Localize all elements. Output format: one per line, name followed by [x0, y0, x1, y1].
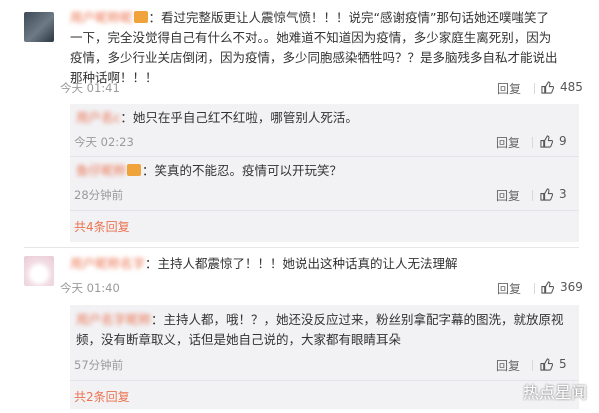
- avatar[interactable]: [24, 256, 54, 286]
- watermark: 热点星闻: [522, 383, 587, 402]
- thumbs-up-icon: [540, 135, 554, 148]
- like-button[interactable]: 3: [540, 187, 567, 201]
- like-count: 3: [559, 187, 567, 201]
- thumbs-up-icon: [541, 81, 555, 94]
- username[interactable]: 用户昵称昵: [70, 10, 133, 25]
- divider: [532, 137, 533, 148]
- divider: [534, 283, 535, 294]
- divider: [70, 210, 579, 211]
- reply-thread: 用户名c：她只在乎自己红不红啦，哪管别人死活。 今天 02:23 回复 9 鱼仔…: [70, 104, 579, 242]
- comment-time: 今天 01:41: [60, 81, 120, 95]
- reply-1: 用户名c：她只在乎自己红不红啦，哪管别人死活。: [76, 110, 358, 125]
- reply-button[interactable]: 回复: [497, 280, 521, 297]
- thumbs-up-icon: [540, 188, 554, 201]
- comment-time: 今天 01:40: [60, 281, 120, 295]
- like-button[interactable]: 485: [541, 80, 583, 94]
- reply-1: 用户名字昵称：主持人都，哦！？，她还没反应过来，粉丝别拿配字幕的图洗，就放原视频…: [76, 312, 564, 347]
- like-count: 5: [559, 357, 567, 371]
- like-count: 485: [560, 80, 583, 94]
- like-count: 369: [560, 280, 583, 294]
- reply-time: 28分钟前: [74, 188, 124, 202]
- like-count: 9: [559, 134, 567, 148]
- view-more-replies-link[interactable]: 共4条回复: [74, 218, 130, 235]
- comment-divider: [24, 247, 579, 248]
- like-button[interactable]: 9: [540, 134, 567, 148]
- reply-button[interactable]: 回复: [496, 187, 520, 204]
- comment-text: 用户昵称名字：主持人都震惊了！！！她说出这种话真的让人无法理解: [70, 256, 458, 271]
- thumbs-up-icon: [541, 281, 555, 294]
- like-button[interactable]: 5: [540, 357, 567, 371]
- view-more-replies-link[interactable]: 共2条回复: [74, 388, 130, 405]
- divider: [534, 83, 535, 94]
- thumbs-up-icon: [540, 358, 554, 371]
- reply-time: 今天 02:23: [74, 135, 134, 149]
- divider: [70, 156, 579, 157]
- reply-button[interactable]: 回复: [496, 357, 520, 374]
- username[interactable]: 用户名字昵称: [76, 312, 151, 327]
- reply-time: 57分钟前: [74, 358, 124, 372]
- divider: [532, 360, 533, 371]
- reply-thread: 用户名字昵称：主持人都，哦！？，她还没反应过来，粉丝别拿配字幕的图洗，就放原视频…: [70, 305, 579, 409]
- reply-2: 鱼仔昵称 ：笑真的不能忍。疫情可以开玩笑？: [76, 163, 343, 178]
- divider: [532, 190, 533, 201]
- username[interactable]: 用户名c: [76, 110, 120, 125]
- username[interactable]: 用户昵称名字: [70, 256, 145, 271]
- username[interactable]: 鱼仔昵称: [76, 163, 126, 178]
- avatar[interactable]: [24, 12, 54, 42]
- reply-button[interactable]: 回复: [496, 134, 520, 151]
- vip-badge-icon: [133, 11, 148, 23]
- comment-text: 用户昵称昵 ：看过完整版更让人震惊气愤！！！说完“感谢疫情”那句话她还噗嗤笑了一下…: [70, 10, 558, 85]
- vip-badge-icon: [127, 164, 142, 176]
- like-button[interactable]: 369: [541, 280, 583, 294]
- reply-button[interactable]: 回复: [497, 80, 521, 97]
- divider: [70, 380, 579, 381]
